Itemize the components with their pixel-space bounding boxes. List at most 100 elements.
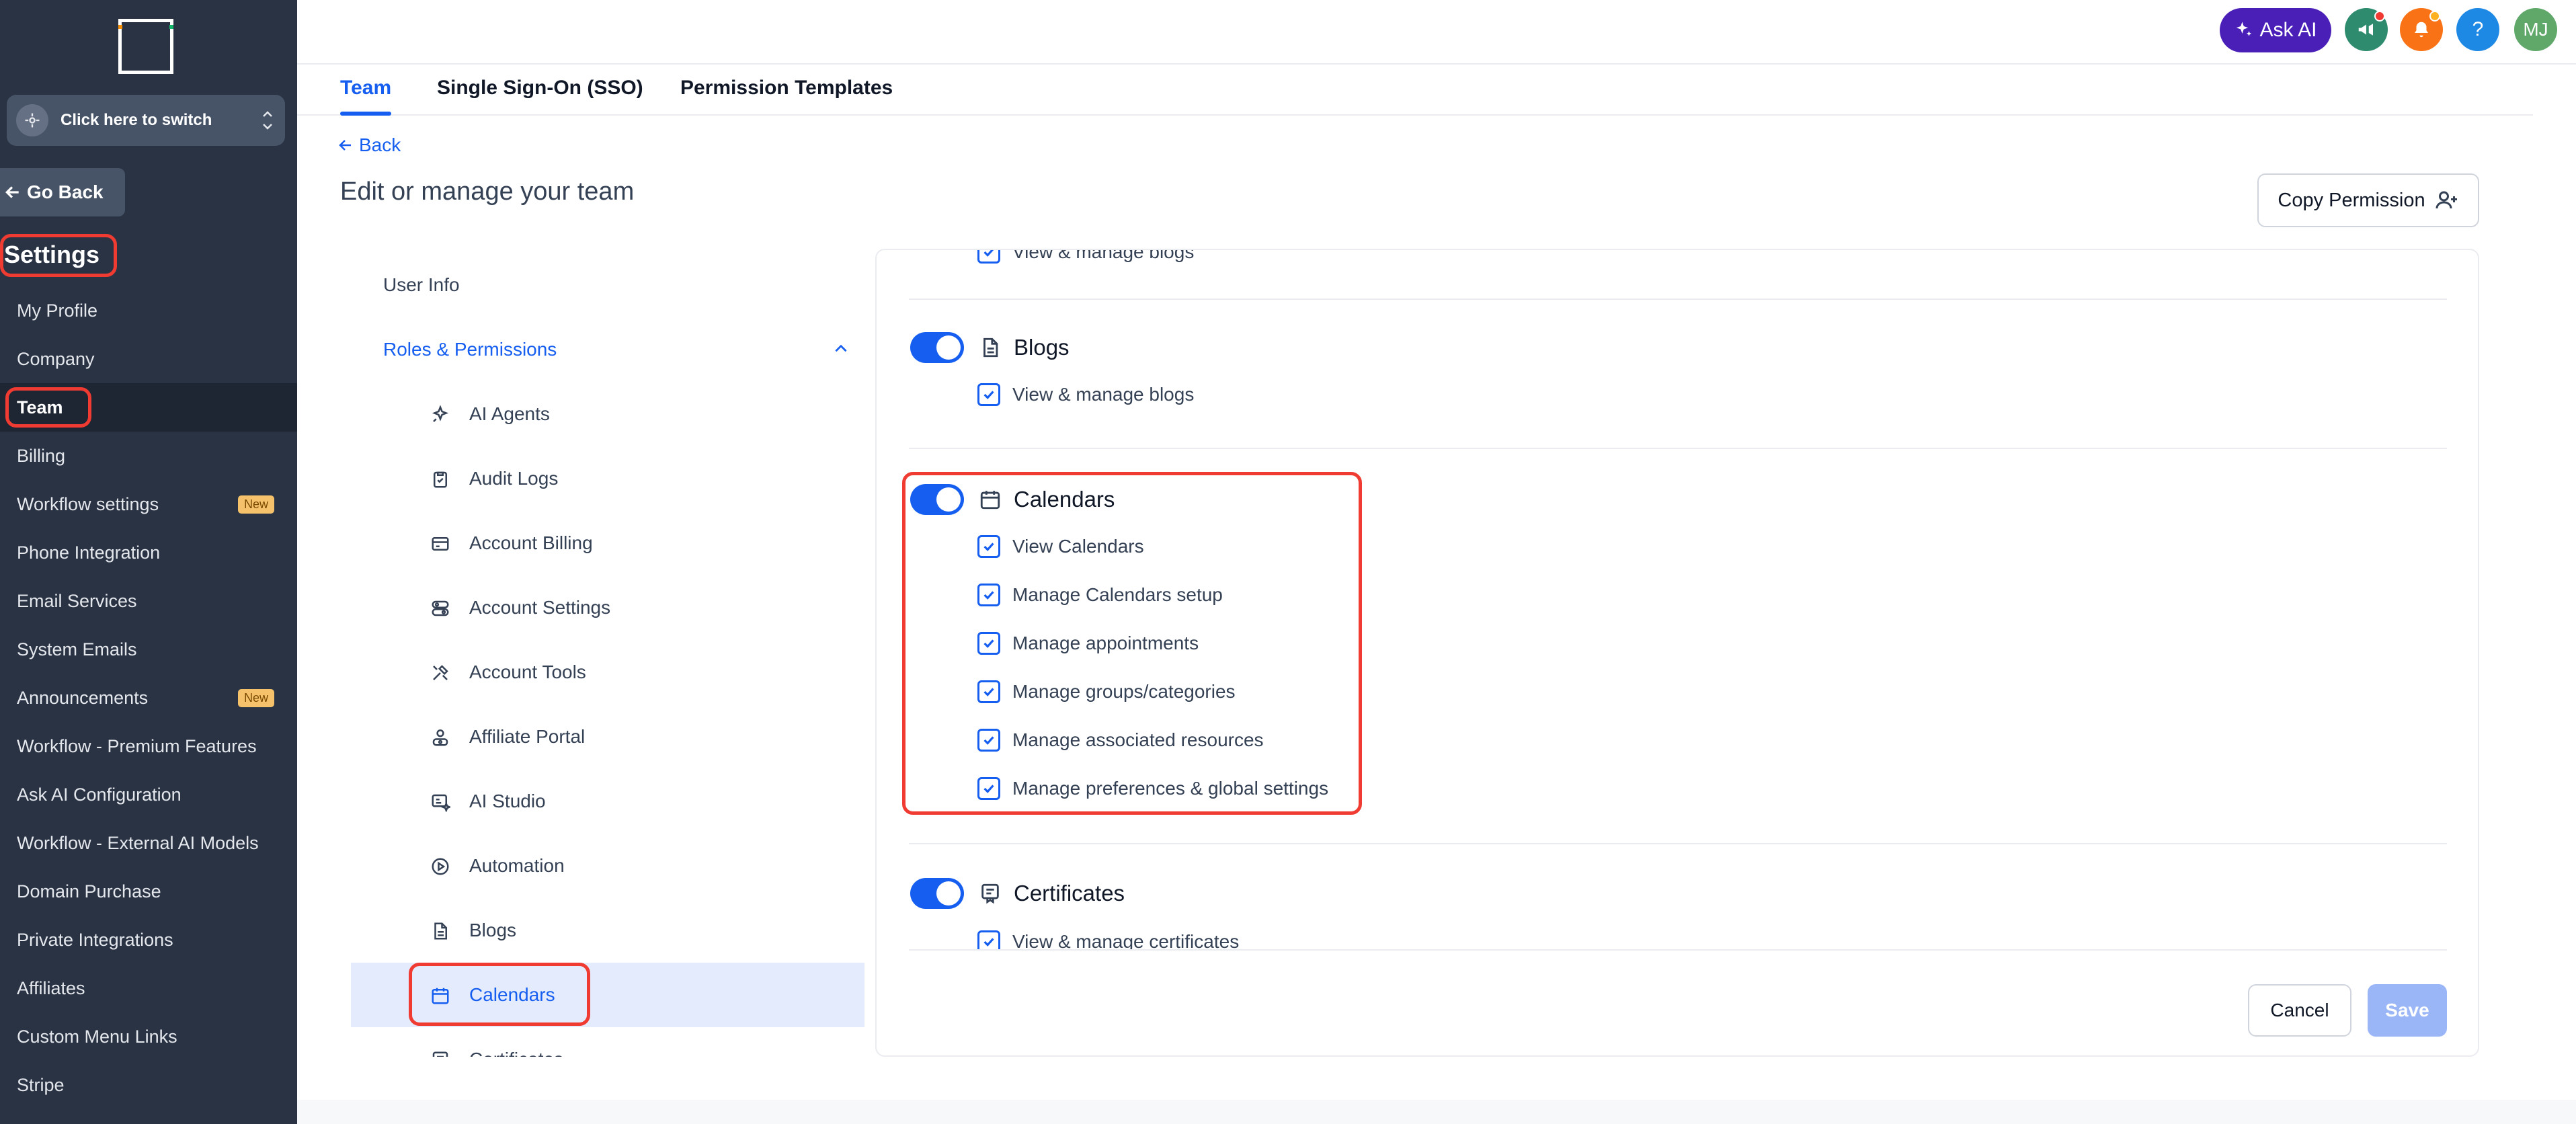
menu-user-info[interactable]: User Info [351,253,864,317]
sidebar-item-email-services[interactable]: Email Services [0,577,297,625]
tab-permission-templates[interactable]: Permission Templates [680,77,893,99]
certificate-icon [979,882,1002,905]
copy-permission-button[interactable]: Copy Permission [2257,173,2479,227]
cancel-button[interactable]: Cancel [2248,984,2351,1037]
toggles-icon [430,598,450,618]
sidebar-item-phone-integration[interactable]: Phone Integration [0,528,297,577]
sidebar-item-label: Domain Purchase [17,881,161,901]
arrow-left-icon [4,184,27,201]
go-back-button[interactable]: Go Back [0,168,125,216]
menu-roles-permissions[interactable]: Roles & Permissions [351,317,864,382]
sidebar-item-my-profile[interactable]: My Profile [0,286,297,335]
sparkle-icon [2234,20,2259,40]
section-blogs-header: Blogs [910,332,1070,363]
permission-row[interactable]: Manage Calendars setup [977,584,1223,606]
sidebar-item-label: Workflow - Premium Features [17,735,257,756]
notifications-button[interactable] [2400,8,2443,51]
go-back-label: Go Back [27,182,104,202]
menu-item-account-settings[interactable]: Account Settings [351,575,864,640]
settings-nav: My Profile Company Team Billing Workflow… [0,286,297,1109]
chevron-up-icon[interactable] [832,340,850,358]
megaphone-icon [2356,19,2376,40]
sidebar-item-system-emails[interactable]: System Emails [0,625,297,674]
tab-single-sign-on[interactable]: Single Sign-On (SSO) [437,77,643,99]
section-certificates-header: Certificates [910,878,1125,909]
sidebar-item-label: My Profile [17,300,98,321]
menu-item-blogs[interactable]: Blogs [351,898,864,963]
sidebar-item-billing[interactable]: Billing [0,432,297,480]
checkbox-checked[interactable] [977,632,1000,655]
menu-item-ai-studio[interactable]: AI Studio [351,769,864,834]
permission-row[interactable]: View Calendars [977,535,1144,558]
ask-ai-button[interactable]: Ask AI [2220,8,2331,52]
checkbox-checked[interactable] [977,535,1000,558]
checkbox-checked[interactable] [977,383,1000,406]
checkbox-checked[interactable] [977,729,1000,752]
tools-icon [430,663,450,683]
sidebar-item-announcements[interactable]: Announcements New [0,674,297,722]
announcements-button[interactable] [2345,8,2388,51]
permission-row-partial[interactable]: View & manage blogs [977,250,1194,264]
sidebar-item-ask-ai-configuration[interactable]: Ask AI Configuration [0,770,297,819]
menu-item-calendars[interactable]: Calendars [351,963,864,1027]
sidebar-item-label: Billing [17,445,66,466]
sidebar-item-team[interactable]: Team [0,383,297,432]
menu-item-label: Account Tools [469,661,586,682]
play-circle-icon [430,856,450,877]
notification-dot [2374,11,2385,22]
sidebar-item-domain-purchase[interactable]: Domain Purchase [0,867,297,916]
sidebar-item-custom-menu-links[interactable]: Custom Menu Links [0,1012,297,1061]
section-title: Blogs [1014,335,1070,360]
tab-team[interactable]: Team [340,77,391,99]
sidebar-item-workflow-premium-features[interactable]: Workflow - Premium Features [0,722,297,770]
avatar[interactable]: MJ [2514,8,2557,51]
checkbox-checked[interactable] [977,930,1000,949]
menu-item-account-billing[interactable]: Account Billing [351,511,864,575]
permissions-scroll-area[interactable]: View & manage blogs Blogs View & manage … [877,250,2478,949]
sidebar-item-affiliates[interactable]: Affiliates [0,964,297,1012]
certificates-toggle[interactable] [910,878,964,909]
sidebar-item-label: Workflow - External AI Models [17,832,259,853]
help-button[interactable]: ? [2456,8,2499,51]
menu-item-automation[interactable]: Automation [351,834,864,898]
settings-title: Settings [4,241,100,268]
sidebar-item-label: Email Services [17,590,137,611]
permission-row[interactable]: View & manage blogs [977,383,1194,406]
back-link[interactable]: Back [337,134,401,156]
menu-item-label: Automation [469,855,565,876]
permission-label: Manage associated resources [1012,729,1264,750]
calendars-toggle[interactable] [910,484,964,515]
copy-permission-label: Copy Permission [2278,189,2425,211]
menu-item-certificates[interactable]: Certificates [351,1027,864,1057]
sidebar-item-label: Custom Menu Links [17,1026,177,1047]
sidebar-item-private-integrations[interactable]: Private Integrations [0,916,297,964]
blogs-toggle[interactable] [910,332,964,363]
active-tab-indicator [340,112,391,116]
permission-row[interactable]: View & manage certificates [977,930,1239,949]
checkbox-checked[interactable] [977,584,1000,606]
permission-row[interactable]: Manage preferences & global settings [977,777,1328,800]
permission-row[interactable]: Manage appointments [977,632,1199,655]
new-badge: New [237,495,274,514]
checkbox-checked[interactable] [977,777,1000,800]
menu-item-ai-agents[interactable]: AI Agents [351,382,864,446]
checkbox-checked[interactable] [977,680,1000,703]
file-text-icon [430,921,450,941]
account-switcher[interactable]: Click here to switch [7,95,285,146]
company-logo[interactable] [118,19,173,74]
save-button[interactable]: Save [2368,984,2447,1037]
permission-label: View & manage certificates [1012,931,1240,949]
permission-row[interactable]: Manage associated resources [977,729,1264,752]
sidebar-item-workflow-external-ai-models[interactable]: Workflow - External AI Models [0,819,297,867]
checkbox-checked[interactable] [977,250,1000,264]
menu-item-audit-logs[interactable]: Audit Logs [351,446,864,511]
sidebar-item-workflow-settings[interactable]: Workflow settings New [0,480,297,528]
menu-item-affiliate-portal[interactable]: Affiliate Portal [351,705,864,769]
permission-row[interactable]: Manage groups/categories [977,680,1236,703]
team-tabs: Team Single Sign-On (SSO) Permission Tem… [297,65,2533,116]
menu-item-account-tools[interactable]: Account Tools [351,640,864,705]
sidebar-item-company[interactable]: Company [0,335,297,383]
sidebar-item-label: Affiliates [17,977,85,998]
switcher-label: Click here to switch [61,111,212,129]
sidebar-item-stripe[interactable]: Stripe [0,1061,297,1109]
